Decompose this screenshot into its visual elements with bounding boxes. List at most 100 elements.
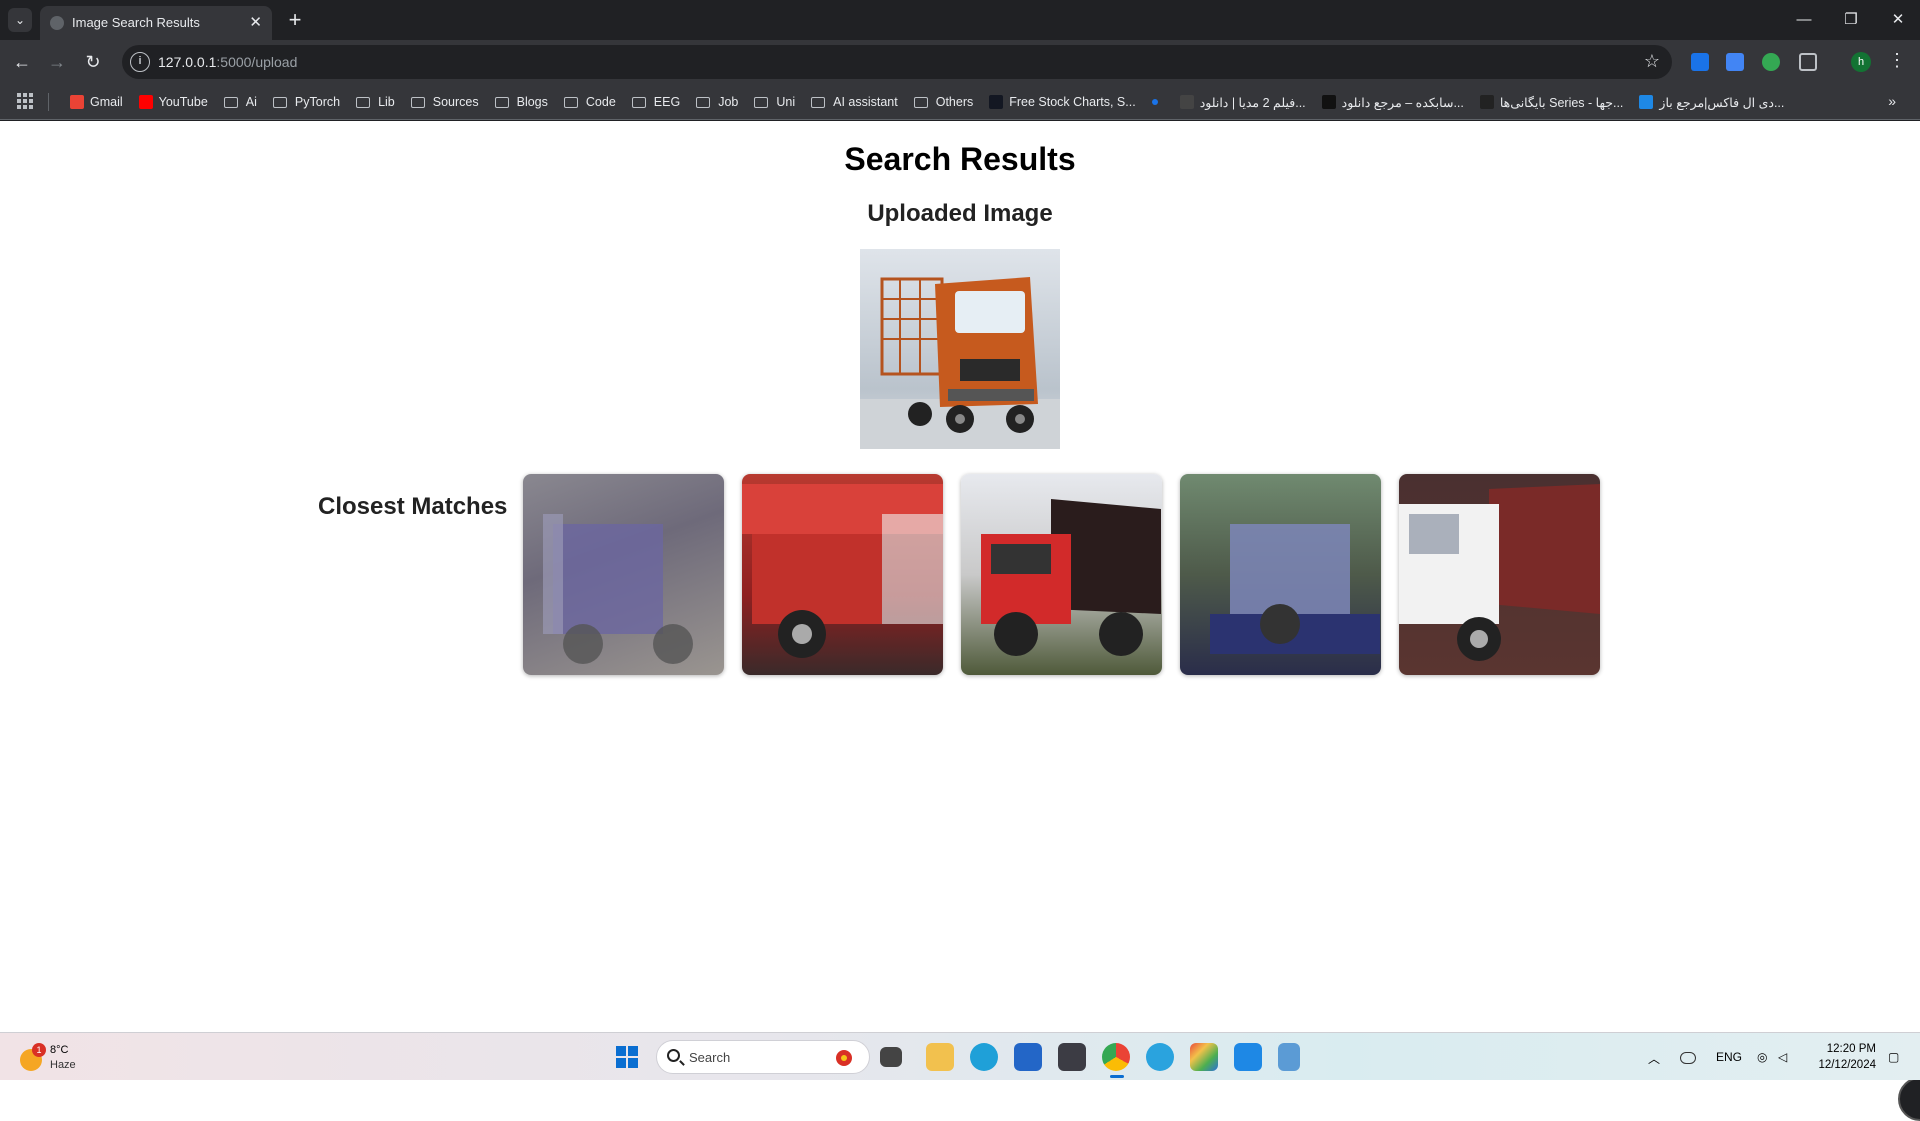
- match-image-3[interactable]: [961, 474, 1162, 675]
- restore-icon[interactable]: ❐: [1839, 8, 1863, 32]
- match-image-4[interactable]: [1180, 474, 1381, 675]
- match-image-1[interactable]: [523, 474, 724, 675]
- extensions-puzzle-icon[interactable]: [1799, 53, 1817, 71]
- folder-icon: [272, 96, 287, 108]
- menu-kebab-icon[interactable]: ⋮: [1888, 50, 1906, 71]
- address-bar[interactable]: i 127.0.0.1:5000/upload ☆: [122, 45, 1672, 79]
- subkade-icon: [1321, 95, 1336, 109]
- onedrive-icon[interactable]: [1680, 1052, 1696, 1064]
- bookmark-item[interactable]: [1144, 88, 1172, 116]
- clock[interactable]: 12:20 PM 12/12/2024: [1812, 1041, 1876, 1073]
- extension-1-icon[interactable]: [1691, 53, 1709, 71]
- bookmark-item[interactable]: EEG: [624, 88, 688, 116]
- bookmark-item[interactable]: PyTorch: [265, 88, 348, 116]
- uploaded-image: [860, 249, 1060, 449]
- match-image-2[interactable]: [742, 474, 943, 675]
- network-globe-icon[interactable]: ◎: [1757, 1050, 1767, 1064]
- bookmark-item[interactable]: AI assistant: [803, 88, 906, 116]
- bookmark-item[interactable]: Job: [688, 88, 746, 116]
- bookmark-item[interactable]: فیلم 2 مدیا | دانلود...: [1172, 88, 1314, 116]
- floating-widget-button[interactable]: [1898, 1077, 1920, 1121]
- bookmark-item[interactable]: Lib: [348, 88, 403, 116]
- bookmark-label: Lib: [378, 95, 395, 109]
- bookmark-label: AI assistant: [833, 95, 898, 109]
- tab-bar: ⌄ Image Search Results ✕ + — ❐ ✕: [0, 0, 1920, 40]
- bookmark-item[interactable]: Free Stock Charts, S...: [981, 88, 1143, 116]
- new-tab-button[interactable]: +: [282, 7, 308, 33]
- vscode-icon[interactable]: [1234, 1043, 1262, 1071]
- dlfox-icon: [1639, 95, 1654, 109]
- taskbar-search[interactable]: Search: [656, 1040, 870, 1074]
- notepad-icon[interactable]: [1278, 1043, 1300, 1071]
- bookmark-item[interactable]: Sources: [403, 88, 487, 116]
- weather-widget[interactable]: 1 8°C Haze: [18, 1041, 138, 1075]
- search-icon: [667, 1049, 680, 1062]
- folder-icon: [223, 96, 238, 108]
- folder-icon: [356, 96, 371, 108]
- active-app-indicator: [1110, 1075, 1124, 1078]
- volume-icon[interactable]: ◁: [1778, 1050, 1787, 1064]
- site-icon: [1179, 95, 1194, 109]
- bookmark-label: بایگانی‌ها Series - جها...: [1499, 95, 1624, 110]
- store-icon[interactable]: [1014, 1043, 1042, 1071]
- toolbar: ← → ↻ i 127.0.0.1:5000/upload ☆ h ⋮: [0, 40, 1920, 84]
- bookmark-label: فیلم 2 مدیا | دانلود...: [1199, 95, 1306, 110]
- tab-image-search-results[interactable]: Image Search Results ✕: [40, 6, 272, 40]
- start-windows-icon[interactable]: [616, 1046, 638, 1068]
- bookmark-item[interactable]: Ai: [216, 88, 265, 116]
- more-bookmarks-icon[interactable]: »: [1888, 93, 1896, 109]
- globe-icon: [50, 16, 64, 30]
- bookmark-label: Job: [718, 95, 739, 109]
- edge-icon[interactable]: [970, 1043, 998, 1071]
- bookmark-item[interactable]: Blogs: [487, 88, 556, 116]
- folder-icon: [754, 96, 769, 108]
- notifications-icon[interactable]: ▢: [1888, 1050, 1899, 1064]
- language-indicator[interactable]: ENG: [1716, 1050, 1742, 1064]
- telegram-icon[interactable]: [1146, 1043, 1174, 1071]
- folder-icon: [410, 96, 425, 108]
- bookmark-item[interactable]: Code: [556, 88, 624, 116]
- bookmark-label: PyTorch: [294, 95, 341, 109]
- cursor-app-icon[interactable]: [1058, 1043, 1086, 1071]
- site-info-icon[interactable]: i: [130, 52, 150, 72]
- forward-icon[interactable]: →: [45, 50, 69, 74]
- reload-icon[interactable]: ↻: [81, 50, 105, 74]
- chrome-icon[interactable]: [1102, 1043, 1130, 1071]
- weather-description: Haze: [50, 1059, 76, 1071]
- bookmark-item[interactable]: YouTube: [131, 88, 216, 116]
- paint-icon[interactable]: [1190, 1043, 1218, 1071]
- url-text[interactable]: 127.0.0.1:5000/upload: [158, 54, 297, 70]
- back-icon[interactable]: ←: [10, 50, 34, 74]
- bookmark-item[interactable]: سابکده – مرجع دانلود...: [1314, 88, 1472, 116]
- tab-search-icon[interactable]: ⌄: [8, 8, 32, 32]
- w-icon: [1479, 95, 1494, 109]
- folder-icon: [631, 96, 646, 108]
- profile-avatar[interactable]: h: [1851, 52, 1871, 72]
- search-highlight-icon: [836, 1050, 852, 1066]
- closest-matches-heading: Closest Matches: [318, 493, 508, 520]
- bookmark-item[interactable]: دی ال فاکس|مرجع باز...: [1631, 88, 1792, 116]
- bookmark-item[interactable]: Others: [906, 88, 982, 116]
- bookmark-item[interactable]: Uni: [746, 88, 803, 116]
- file-explorer-icon[interactable]: [926, 1043, 954, 1071]
- bookmark-label: Others: [935, 95, 974, 109]
- bookmark-item[interactable]: Gmail: [62, 88, 131, 116]
- clock-date: 12/12/2024: [1818, 1059, 1876, 1071]
- extension-3-icon[interactable]: [1762, 53, 1780, 71]
- apps-grid-icon[interactable]: [17, 93, 33, 109]
- bookmarks-bar: Gmail YouTube Ai PyTorch Lib Sources Blogs Code…: [0, 84, 1920, 120]
- minimize-icon[interactable]: —: [1792, 8, 1816, 32]
- translate-extension-icon[interactable]: [1726, 53, 1744, 71]
- divider: [48, 93, 49, 111]
- task-view-icon[interactable]: [880, 1047, 902, 1067]
- close-tab-icon[interactable]: ✕: [249, 13, 262, 31]
- bookmark-label: دی ال فاکس|مرجع باز...: [1659, 95, 1785, 110]
- gmail-icon: [70, 95, 84, 109]
- tradingview-icon: [989, 95, 1004, 109]
- page-content: Search Results Uploaded Image Closest Ma…: [0, 121, 1920, 1121]
- bookmark-star-icon[interactable]: ☆: [1644, 51, 1660, 72]
- close-window-icon[interactable]: ✕: [1886, 8, 1910, 32]
- match-image-5[interactable]: [1399, 474, 1600, 675]
- tray-chevron-up-icon[interactable]: ︿: [1648, 1050, 1660, 1067]
- bookmark-item[interactable]: بایگانی‌ها Series - جها...: [1472, 88, 1632, 116]
